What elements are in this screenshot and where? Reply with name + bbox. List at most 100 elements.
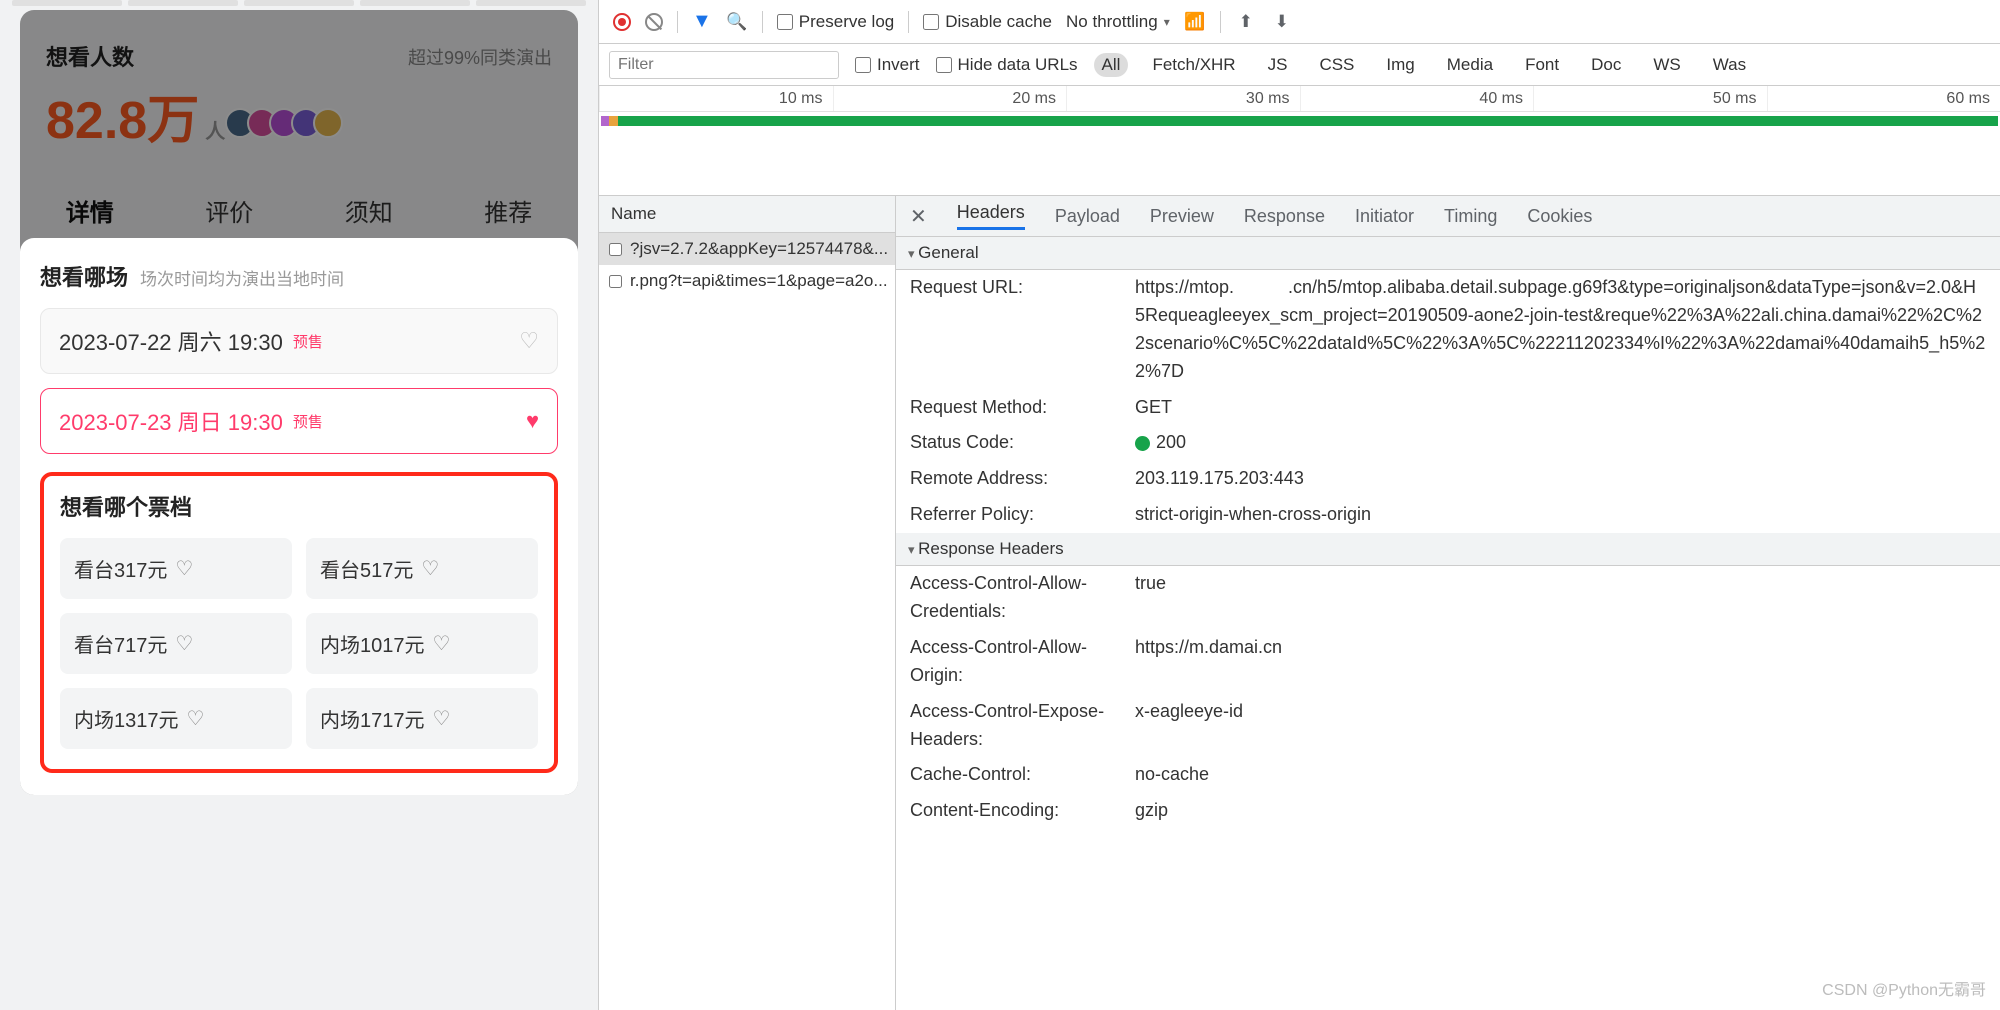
browser-tab-strip [2,0,596,10]
separator [908,11,909,33]
clear-icon[interactable] [645,13,663,31]
separator [762,11,763,33]
preserve-log-checkbox[interactable]: Preserve log [777,12,894,32]
tab-notice[interactable]: 须知 [299,193,439,228]
heart-icon[interactable]: ♡ [187,706,205,731]
heart-icon[interactable]: ♡ [433,706,451,731]
heart-icon[interactable]: ♡ [421,556,439,581]
download-icon[interactable]: ⬇ [1271,11,1293,33]
hide-data-urls-checkbox[interactable]: Hide data URLs [936,55,1078,75]
request-row-selected[interactable]: ?jsv=2.7.2&appKey=12574478&... [599,233,895,265]
throttling-label: No throttling [1066,12,1158,32]
header-row: Status Code:200 [896,425,2000,461]
disable-cache-checkbox[interactable]: Disable cache [923,12,1052,32]
header-row: Content-Encoding:gzip [896,793,2000,829]
type-filter-img[interactable]: Img [1378,53,1422,77]
invert-label: Invert [877,55,920,75]
tab-cookies[interactable]: Cookies [1527,206,1592,227]
watermark: CSDN @Python无霸哥 [1822,976,1986,1000]
price-option[interactable]: 内场1717元 ♡ [306,688,538,749]
type-filter-doc[interactable]: Doc [1583,53,1629,77]
price-label: 内场1017元 [320,629,425,658]
session-option-selected[interactable]: 2023-07-23 周日 19:30 预售 ♥ [40,388,558,454]
status-dot-icon [1135,436,1150,451]
upload-icon[interactable]: ⬆ [1235,11,1257,33]
type-filter-fetch[interactable]: Fetch/XHR [1144,53,1243,77]
watch-count-number: 82.8万 [46,78,199,153]
wifi-icon[interactable]: 📶 [1184,11,1206,33]
watcher-avatars [233,108,343,138]
header-value: no-cache [1135,761,1986,789]
type-filter-media[interactable]: Media [1439,53,1501,77]
heart-icon[interactable]: ♥ [526,408,539,434]
price-option[interactable]: 看台717元♡ [60,613,292,674]
tab-preview[interactable]: Preview [1150,206,1214,227]
tab-recommend[interactable]: 推荐 [439,193,579,228]
header-row: Request Method:GET [896,390,2000,426]
filter-icon[interactable]: ▼ [692,10,712,33]
header-value: strict-origin-when-cross-origin [1135,501,1986,529]
tab-payload[interactable]: Payload [1055,206,1120,227]
watch-subtitle: 超过99%同类演出 [408,44,552,70]
type-filter-font[interactable]: Font [1517,53,1567,77]
tab-initiator[interactable]: Initiator [1355,206,1414,227]
detail-tabs: 详情 评价 须知 推荐 [20,173,578,238]
tick: 10 ms [599,86,833,111]
heart-icon[interactable]: ♡ [175,556,193,581]
close-icon[interactable]: ✕ [910,204,927,229]
hide-data-urls-label: Hide data URLs [958,55,1078,75]
type-filter-js[interactable]: JS [1260,53,1296,77]
throttling-select[interactable]: No throttling▾ [1066,12,1170,32]
filter-input[interactable] [609,51,839,79]
disable-cache-label: Disable cache [945,12,1052,32]
price-label: 内场1317元 [74,704,179,733]
session-option[interactable]: 2023-07-22 周六 19:30 预售 ♡ [40,308,558,374]
header-key: Content-Encoding: [910,797,1135,825]
header-row: Request URL:https://mtop. .cn/h5/mtop.al… [896,270,2000,390]
invert-checkbox[interactable]: Invert [855,55,920,75]
type-filter-wasm[interactable]: Was [1705,53,1754,77]
section-response-headers[interactable]: Response Headers [896,533,2000,566]
price-title: 想看哪个票档 [60,490,538,522]
heart-icon[interactable]: ♡ [433,631,451,656]
request-row[interactable]: r.png?t=api&times=1&page=a2o... [599,265,895,297]
header-value: x-eagleeye-id [1135,698,1986,754]
type-filter-ws[interactable]: WS [1645,53,1688,77]
tab-review[interactable]: 评价 [160,193,300,228]
header-value: 200 [1135,429,1986,457]
tick: 60 ms [1767,86,2000,111]
heart-icon[interactable]: ♡ [519,328,539,354]
price-option[interactable]: 内场1317元 ♡ [60,688,292,749]
header-key: Status Code: [910,429,1135,457]
type-filter-all[interactable]: All [1094,53,1129,77]
request-list-header[interactable]: Name [599,196,895,233]
price-option[interactable]: 看台517元 ♡ [306,538,538,599]
header-key: Request URL: [910,274,1135,386]
price-label: 内场1717元 [320,704,425,733]
search-icon[interactable]: 🔍 [726,11,748,33]
heart-icon[interactable]: ♡ [175,631,193,656]
request-list: Name ?jsv=2.7.2&appKey=12574478&... r.pn… [599,196,896,1010]
record-icon[interactable] [613,13,631,31]
type-filter-css[interactable]: CSS [1311,53,1362,77]
header-key: Cache-Control: [910,761,1135,789]
header-value: GET [1135,394,1986,422]
session-selection-sheet: 想看哪场 场次时间均为演出当地时间 2023-07-22 周六 19:30 预售… [20,238,578,795]
tick: 30 ms [1066,86,1300,111]
tab-response[interactable]: Response [1244,206,1325,227]
tab-headers[interactable]: Headers [957,202,1025,230]
price-label: 看台517元 [320,554,413,583]
presale-tag: 预售 [293,331,323,352]
section-general[interactable]: General [896,237,2000,270]
detail-tabs: ✕ Headers Payload Preview Response Initi… [896,196,2000,237]
price-option[interactable]: 看台317元♡ [60,538,292,599]
network-timeline[interactable]: 10 ms 20 ms 30 ms 40 ms 50 ms 60 ms [599,86,2000,196]
phone-frame: 想看人数 超过99%同类演出 82.8万 人 详情 评价 须知 推荐 想看哪场 … [20,10,578,795]
request-detail: ✕ Headers Payload Preview Response Initi… [896,196,2000,1010]
tick: 40 ms [1300,86,1534,111]
devtools-filterbar: Invert Hide data URLs All Fetch/XHR JS C… [599,44,2000,86]
header-key: Access-Control-Allow-Credentials: [910,570,1135,626]
price-option[interactable]: 内场1017元 ♡ [306,613,538,674]
tab-timing[interactable]: Timing [1444,206,1497,227]
tab-detail[interactable]: 详情 [20,193,160,228]
